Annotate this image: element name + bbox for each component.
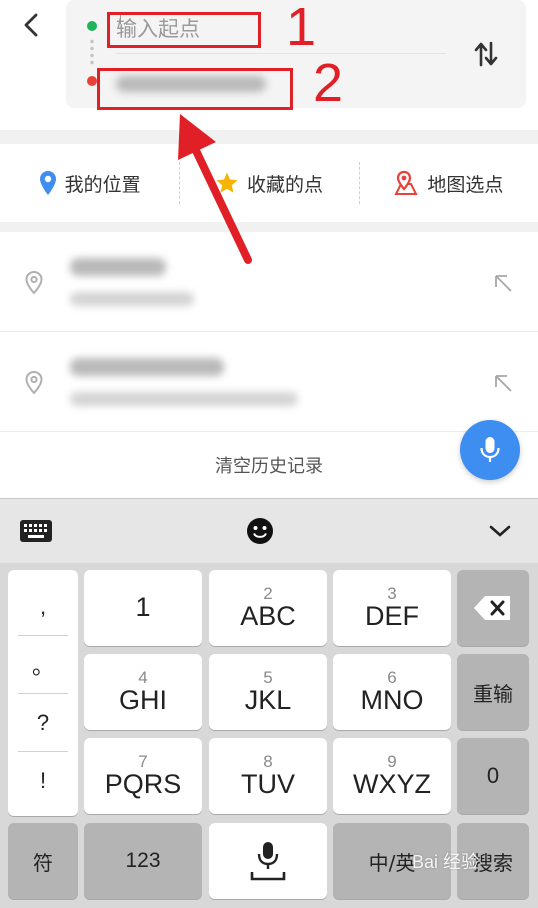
collapse-keyboard-button[interactable] <box>486 513 514 549</box>
key-label: TUV <box>241 768 295 799</box>
fill-arrow-icon[interactable] <box>492 372 514 394</box>
symbol-label: 符 <box>33 850 53 875</box>
key-7-pqrs[interactable]: 7 PQRS <box>84 738 202 814</box>
key-number: 4 <box>138 667 148 687</box>
annotation-arrow-icon <box>178 114 252 264</box>
number-mode-key[interactable]: 123 <box>84 823 202 899</box>
history-title-blurred <box>70 258 166 276</box>
key-9-wxyz[interactable]: 9 WXYZ <box>333 738 451 814</box>
key-number: 7 <box>138 751 148 771</box>
fill-arrow-icon[interactable] <box>492 272 514 294</box>
key-6-mno[interactable]: 6 MNO <box>333 654 451 730</box>
punct-period-key[interactable]: 。 <box>18 636 68 694</box>
key-5-jkl[interactable]: 5 JKL <box>209 654 327 730</box>
backspace-icon <box>474 596 510 620</box>
voice-input-button[interactable] <box>460 420 520 480</box>
smiley-icon <box>247 518 273 544</box>
key-number: 2 <box>263 583 273 603</box>
keyboard-toolbar <box>0 499 538 563</box>
clear-history-button[interactable]: 清空历史记录 <box>0 432 538 498</box>
back-button[interactable] <box>14 8 48 42</box>
route-connector <box>90 38 94 66</box>
key-1[interactable]: 1 <box>84 570 202 646</box>
key-number: 3 <box>387 583 397 603</box>
punctuation-column: , 。 ? ! <box>8 570 78 816</box>
history-item[interactable] <box>0 332 538 432</box>
map-select-button[interactable]: 地图选点 <box>358 144 538 222</box>
reinput-key[interactable]: 重输 <box>457 654 529 730</box>
history-subtitle-blurred <box>70 292 194 306</box>
history-subtitle-blurred <box>70 392 298 406</box>
swap-arrows-icon <box>474 41 498 67</box>
annotation-box-1 <box>107 12 261 48</box>
my-location-button[interactable]: 我的位置 <box>0 144 179 222</box>
end-dot-icon <box>87 76 97 86</box>
space-voice-key[interactable] <box>209 823 327 899</box>
chevron-left-icon <box>24 13 38 37</box>
input-divider <box>116 53 446 54</box>
key-number: 6 <box>387 667 397 687</box>
baidu-watermark: Bai 经验 <box>412 852 480 872</box>
clear-history-label: 清空历史记录 <box>215 456 323 477</box>
key-label: JKL <box>244 684 292 715</box>
key-number: 5 <box>263 667 273 687</box>
chevron-down-icon <box>489 525 511 537</box>
key-label: 1 <box>135 592 151 623</box>
map-select-label: 地图选点 <box>427 173 504 196</box>
keyboard-switch-button[interactable] <box>18 513 54 549</box>
key-label: GHI <box>118 684 167 715</box>
punct-comma-key[interactable]: , <box>18 578 68 636</box>
key-4-ghi[interactable]: 4 GHI <box>84 654 202 730</box>
map-pin-icon <box>394 170 418 195</box>
key-2-abc[interactable]: 2 ABC <box>209 570 327 646</box>
location-pin-icon <box>39 171 56 195</box>
backspace-key[interactable] <box>457 570 529 646</box>
keyboard-icon <box>20 520 52 542</box>
symbol-key[interactable]: 符 <box>8 823 78 899</box>
key-label: WXYZ <box>353 768 431 799</box>
history-title-blurred <box>70 358 224 376</box>
key-label: 0 <box>486 763 500 788</box>
swap-route-button[interactable] <box>466 34 506 74</box>
key-label: PQRS <box>104 768 182 799</box>
punct-question-key[interactable]: ? <box>18 694 68 752</box>
language-switch-label: 中/英 <box>368 850 416 875</box>
key-label: ABC <box>240 600 296 631</box>
key-number: 9 <box>387 751 397 771</box>
my-location-label: 我的位置 <box>64 173 141 196</box>
start-dot-icon <box>87 21 97 31</box>
emoji-button[interactable] <box>244 513 276 549</box>
microphone-space-icon <box>250 842 286 881</box>
key-8-tuv[interactable]: 8 TUV <box>209 738 327 814</box>
number-mode-label: 123 <box>125 849 161 872</box>
key-label: DEF <box>365 600 419 631</box>
key-number: 8 <box>263 751 273 771</box>
punct-exclaim-key[interactable]: ! <box>18 752 68 810</box>
key-3-def[interactable]: 3 DEF <box>333 570 451 646</box>
reinput-label: 重输 <box>473 681 513 706</box>
key-label: MNO <box>360 684 424 715</box>
location-outline-icon <box>25 270 43 295</box>
location-outline-icon <box>25 370 43 395</box>
annotation-number-1: 1 <box>286 0 317 57</box>
key-0[interactable]: 0 <box>457 738 529 814</box>
annotation-number-2: 2 <box>313 53 344 113</box>
annotation-box-2 <box>97 68 293 110</box>
microphone-icon <box>480 437 500 462</box>
